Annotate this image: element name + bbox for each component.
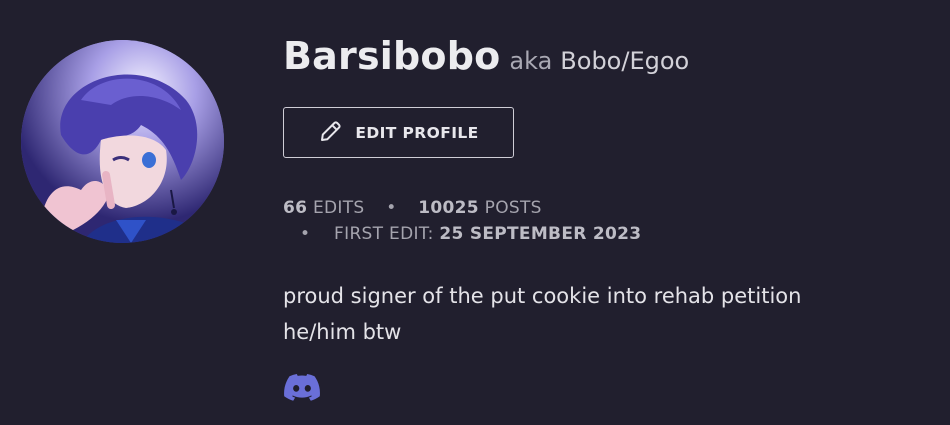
- avatar: [21, 40, 224, 243]
- bio-line: proud signer of the put cookie into reha…: [283, 284, 802, 308]
- edit-profile-label: EDIT PROFILE: [355, 123, 479, 142]
- discord-icon[interactable]: [283, 373, 321, 401]
- profile-stats: 66 EDITS • 10025 POSTS • FIRST EDIT: 25 …: [283, 198, 641, 244]
- aka-name: Bobo/Egoo: [560, 47, 690, 75]
- first-edit-label: FIRST EDIT:: [334, 224, 434, 244]
- profile-info: Barsibobo aka Bobo/Egoo EDIT PROFILE 66 …: [283, 34, 933, 401]
- edits-count: 66: [283, 198, 308, 218]
- pencil-icon: [318, 118, 344, 148]
- stat-separator: •: [300, 224, 311, 244]
- name-row: Barsibobo aka Bobo/Egoo: [283, 34, 933, 78]
- posts-label: POSTS: [484, 198, 542, 218]
- edits-label: EDITS: [312, 198, 365, 218]
- stat-separator: •: [386, 198, 397, 218]
- stats-line-1: 66 EDITS • 10025 POSTS: [283, 198, 641, 218]
- aka-label: aka: [509, 47, 553, 75]
- posts-count: 10025: [418, 198, 479, 218]
- username: Barsibobo: [283, 34, 501, 78]
- stats-line-2: • FIRST EDIT: 25 SEPTEMBER 2023: [283, 224, 641, 244]
- profile-bio: proud signer of the put cookie into reha…: [283, 278, 801, 350]
- edit-profile-button[interactable]: EDIT PROFILE: [283, 107, 514, 158]
- first-edit-date: 25 SEPTEMBER 2023: [439, 224, 642, 244]
- bio-line: he/him btw: [283, 320, 402, 344]
